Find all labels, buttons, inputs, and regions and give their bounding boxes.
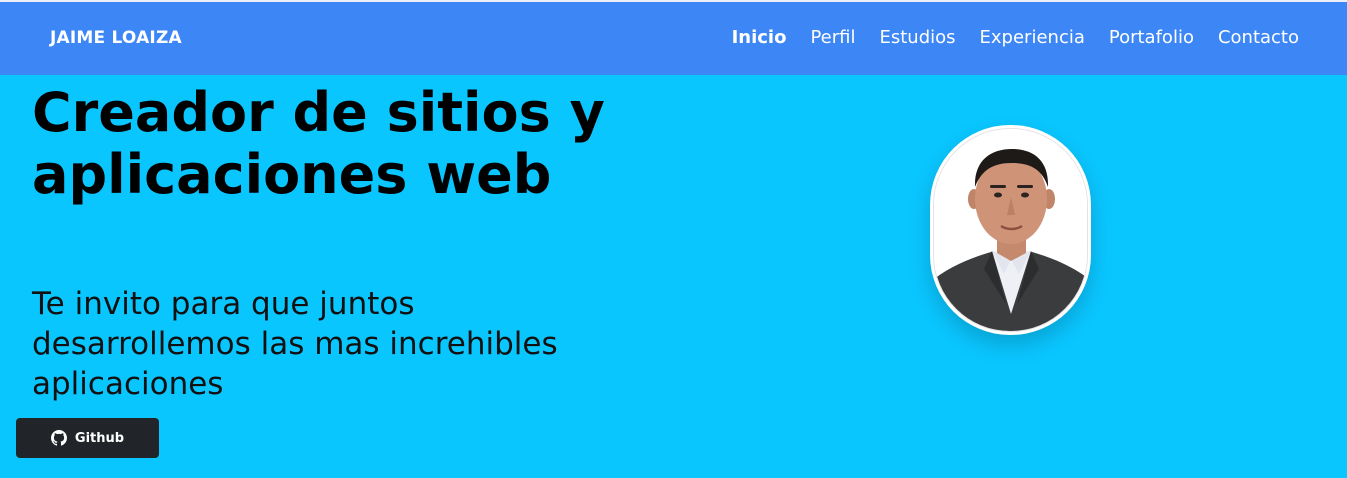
profile-photo bbox=[930, 125, 1091, 335]
nav-link-inicio[interactable]: Inicio bbox=[732, 27, 787, 48]
brand-logo[interactable]: JAIME LOAIZA bbox=[50, 28, 182, 48]
github-button-label: Github bbox=[74, 430, 125, 446]
nav-link-perfil[interactable]: Perfil bbox=[810, 27, 855, 48]
nav-links: Inicio Perfil Estudios Experiencia Porta… bbox=[732, 27, 1299, 48]
nav-link-estudios[interactable]: Estudios bbox=[879, 27, 955, 48]
profile-photo-frame bbox=[933, 128, 1088, 332]
portrait-illustration bbox=[934, 129, 1087, 331]
nav-link-contacto[interactable]: Contacto bbox=[1218, 27, 1299, 48]
navbar: JAIME LOAIZA Inicio Perfil Estudios Expe… bbox=[0, 2, 1347, 75]
nav-link-experiencia[interactable]: Experiencia bbox=[980, 27, 1085, 48]
github-button[interactable]: Github bbox=[16, 418, 159, 458]
hero-title: Creador de sitios y aplicaciones web bbox=[32, 81, 605, 206]
nav-link-portafolio[interactable]: Portafolio bbox=[1109, 27, 1194, 48]
hero-subtitle: Te invito para que juntos desarrollemos … bbox=[32, 286, 558, 402]
github-icon bbox=[50, 430, 67, 446]
